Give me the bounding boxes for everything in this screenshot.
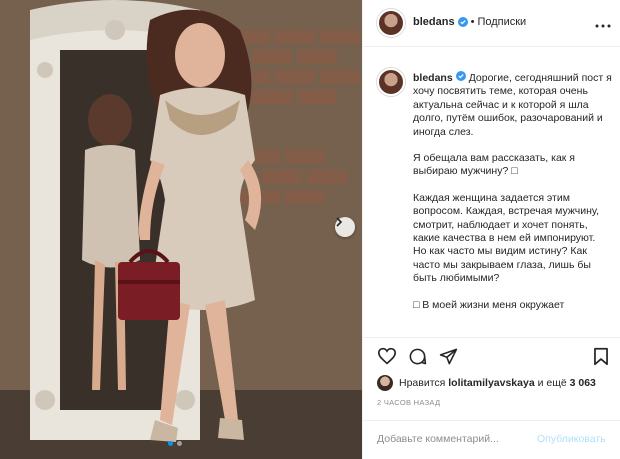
author-username[interactable]: bledans: [413, 16, 455, 28]
share-icon[interactable]: [439, 347, 458, 371]
caption-paragraph: Я обещала вам рассказать, как я выбираю …: [413, 152, 575, 178]
action-bar: [363, 337, 620, 373]
post-photo[interactable]: [0, 0, 362, 459]
carousel-next-button[interactable]: [335, 217, 355, 237]
post-timestamp[interactable]: 2 ЧАСОВ НАЗАД: [377, 398, 440, 407]
caption-username[interactable]: bledans: [413, 72, 453, 84]
liker-username[interactable]: lolitamilyavskaya: [448, 377, 534, 389]
caption-paragraph: Но как часто мы видим истину? Как часто …: [413, 245, 591, 285]
author-avatar[interactable]: [377, 9, 405, 37]
likes-prefix: Нравится: [399, 377, 446, 389]
likes-middle: и ещё: [537, 377, 567, 389]
comment-box: Опубликовать: [363, 420, 620, 459]
caption-section: bledans Дорогие, сегодняшний пост я хочу …: [363, 55, 620, 337]
post-photo-illustration: [0, 0, 362, 459]
header-separator: •: [470, 16, 475, 28]
comment-icon[interactable]: [408, 347, 427, 371]
caption-text: bledans Дорогие, сегодняшний пост я хочу …: [413, 71, 613, 325]
carousel-indicator: [168, 441, 182, 446]
comment-input[interactable]: [377, 433, 537, 445]
caption-paragraph: □ В моей жизни меня окружает: [413, 298, 565, 311]
post-header: bledans • Подписки: [363, 0, 620, 47]
caption-author-avatar[interactable]: [377, 68, 405, 96]
heart-icon[interactable]: [377, 347, 397, 370]
bookmark-icon[interactable]: [593, 347, 609, 371]
following-button[interactable]: Подписки: [477, 16, 526, 28]
carousel-dot-2: [177, 441, 182, 446]
carousel-dot-1: [168, 441, 173, 446]
likes-count[interactable]: 3 063: [570, 377, 596, 389]
publish-comment-button[interactable]: Опубликовать: [537, 433, 606, 445]
caption-paragraph: Каждая женщина задается этим вопросом. К…: [413, 191, 600, 245]
verified-badge-icon: [457, 17, 468, 27]
verified-badge-icon: [455, 71, 469, 81]
likes-summary: Нравится lolitamilyavskaya и ещё 3 063: [377, 372, 596, 394]
more-options-icon[interactable]: [595, 15, 611, 33]
post-details-panel: bledans • Подписки bledans Дорогие, сегод…: [362, 0, 620, 459]
liker-avatar[interactable]: [377, 375, 393, 391]
